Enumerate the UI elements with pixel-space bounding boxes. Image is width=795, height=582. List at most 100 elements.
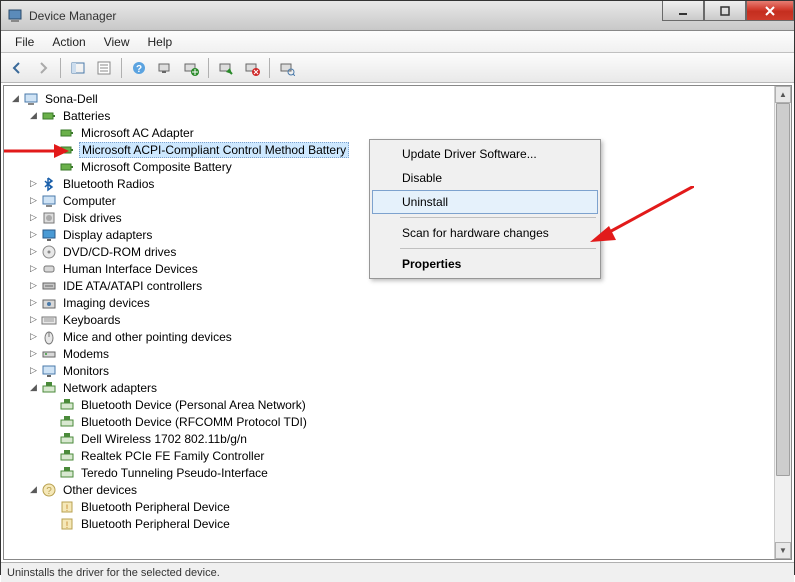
toolbar-separator (60, 58, 61, 78)
collapse-icon[interactable]: ◢ (28, 382, 39, 393)
tree-node-label: Monitors (61, 364, 111, 378)
tree-node[interactable]: !Bluetooth Peripheral Device (6, 498, 772, 515)
minimize-button[interactable] (662, 1, 704, 21)
context-menu-separator (400, 217, 596, 218)
modem-icon (41, 346, 57, 362)
context-menu: Update Driver Software...DisableUninstal… (369, 139, 601, 279)
tree-node[interactable]: Realtek PCIe FE Family Controller (6, 447, 772, 464)
expand-icon[interactable]: ▷ (28, 348, 39, 359)
toolbar: ? (1, 53, 794, 83)
tree-node[interactable]: ▷ Monitors (6, 362, 772, 379)
tree-node-label: Sona-Dell (43, 92, 100, 106)
tree-node[interactable]: ▷Keyboards (6, 311, 772, 328)
expand-icon[interactable]: ▷ (28, 212, 39, 223)
battery-icon (59, 159, 75, 175)
scrollbar-thumb[interactable] (776, 103, 790, 476)
context-menu-item[interactable]: Update Driver Software... (372, 142, 598, 166)
tree-node[interactable]: ! Bluetooth Peripheral Device (6, 515, 772, 532)
monitor-icon (41, 363, 57, 379)
scrollbar-down-button[interactable]: ▼ (775, 542, 791, 559)
computer-icon (41, 193, 57, 209)
other-icon: ? (41, 482, 57, 498)
expand-icon[interactable]: ▷ (28, 178, 39, 189)
back-button[interactable] (5, 56, 29, 80)
menu-file[interactable]: File (7, 33, 42, 51)
tree-node-label: Mice and other pointing devices (61, 330, 234, 344)
tree-node[interactable]: Dell Wireless 1702 802.11b/g/n (6, 430, 772, 447)
close-button[interactable] (746, 1, 794, 21)
tree-node[interactable]: Bluetooth Device (RFCOMM Protocol TDI) (6, 413, 772, 430)
bluetooth-icon (41, 176, 57, 192)
tree-node[interactable]: ▷ Imaging devices (6, 294, 772, 311)
properties-button[interactable] (92, 56, 116, 80)
battery-icon (59, 125, 75, 141)
mouse-icon (41, 329, 57, 345)
collapse-icon[interactable]: ◢ (28, 110, 39, 121)
tree-node-label: Network adapters (61, 381, 159, 395)
expand-icon[interactable]: ▷ (28, 229, 39, 240)
update-driver-button[interactable] (179, 56, 203, 80)
battery-icon (59, 142, 75, 158)
titlebar: Device Manager (1, 1, 794, 31)
scan-hardware-button[interactable] (275, 56, 299, 80)
menu-action[interactable]: Action (44, 33, 93, 51)
menubar: File Action View Help (1, 31, 794, 53)
collapse-icon[interactable]: ◢ (28, 484, 39, 495)
expand-icon[interactable]: ▷ (28, 365, 39, 376)
tree-node-label: Bluetooth Device (RFCOMM Protocol TDI) (79, 415, 309, 429)
expand-icon[interactable]: ▷ (28, 314, 39, 325)
tree-node[interactable]: ◢ Network adapters (6, 379, 772, 396)
tree-node-label: Bluetooth Peripheral Device (79, 500, 232, 514)
expand-icon[interactable]: ▷ (28, 331, 39, 342)
scan-button[interactable] (153, 56, 177, 80)
enable-button[interactable] (214, 56, 238, 80)
tree-node[interactable]: ◢ Batteries (6, 107, 772, 124)
window-title: Device Manager (29, 9, 116, 23)
tree-node-label: Imaging devices (61, 296, 152, 310)
vertical-scrollbar[interactable]: ▲ ▼ (774, 86, 791, 559)
tree-node-label: Batteries (61, 109, 112, 123)
tree-node[interactable]: ◢ Sona-Dell (6, 90, 772, 107)
scrollbar-up-button[interactable]: ▲ (775, 86, 791, 103)
network-icon (59, 431, 75, 447)
tree-node-label: Modems (61, 347, 111, 361)
network-icon (59, 465, 75, 481)
statusbar-text: Uninstalls the driver for the selected d… (7, 567, 220, 579)
tree-node[interactable]: ▷ Mice and other pointing devices (6, 328, 772, 345)
tree-node-label: Bluetooth Peripheral Device (79, 517, 232, 531)
show-hide-console-button[interactable] (66, 56, 90, 80)
tree-node-label: Human Interface Devices (61, 262, 200, 276)
menu-view[interactable]: View (96, 33, 138, 51)
device-tree[interactable]: ◢Sona-Dell◢BatteriesMicrosoft AC Adapter… (4, 86, 774, 559)
tree-node[interactable]: ▷ Modems (6, 345, 772, 362)
tree-node-label: IDE ATA/ATAPI controllers (61, 279, 204, 293)
tree-node[interactable]: ◢?Other devices (6, 481, 772, 498)
expand-icon[interactable]: ▷ (28, 297, 39, 308)
tree-node-label: DVD/CD-ROM drives (61, 245, 178, 259)
expand-icon[interactable]: ▷ (28, 263, 39, 274)
tree-node-label: Dell Wireless 1702 802.11b/g/n (79, 432, 249, 446)
disk-icon (41, 210, 57, 226)
ide-icon (41, 278, 57, 294)
context-menu-item[interactable]: Properties (372, 252, 598, 276)
help-button[interactable]: ? (127, 56, 151, 80)
menu-help[interactable]: Help (140, 33, 181, 51)
uninstall-button[interactable] (240, 56, 264, 80)
expand-icon[interactable]: ▷ (28, 246, 39, 257)
expand-icon[interactable]: ▷ (28, 280, 39, 291)
forward-button[interactable] (31, 56, 55, 80)
scrollbar-track[interactable] (775, 103, 791, 542)
maximize-button[interactable] (704, 1, 746, 21)
context-menu-item[interactable]: Disable (372, 166, 598, 190)
statusbar: Uninstalls the driver for the selected d… (1, 562, 794, 582)
tree-node[interactable]: Bluetooth Device (Personal Area Network) (6, 396, 772, 413)
context-menu-item[interactable]: Scan for hardware changes (372, 221, 598, 245)
collapse-icon[interactable]: ◢ (10, 93, 21, 104)
tree-node[interactable]: ▷ IDE ATA/ATAPI controllers (6, 277, 772, 294)
tree-node[interactable]: Teredo Tunneling Pseudo-Interface (6, 464, 772, 481)
unknown-icon: ! (59, 516, 75, 532)
expand-icon[interactable]: ▷ (28, 195, 39, 206)
tree-node-label: Microsoft ACPI-Compliant Control Method … (79, 142, 349, 158)
context-menu-item[interactable]: Uninstall (372, 190, 598, 214)
computer-icon (23, 91, 39, 107)
